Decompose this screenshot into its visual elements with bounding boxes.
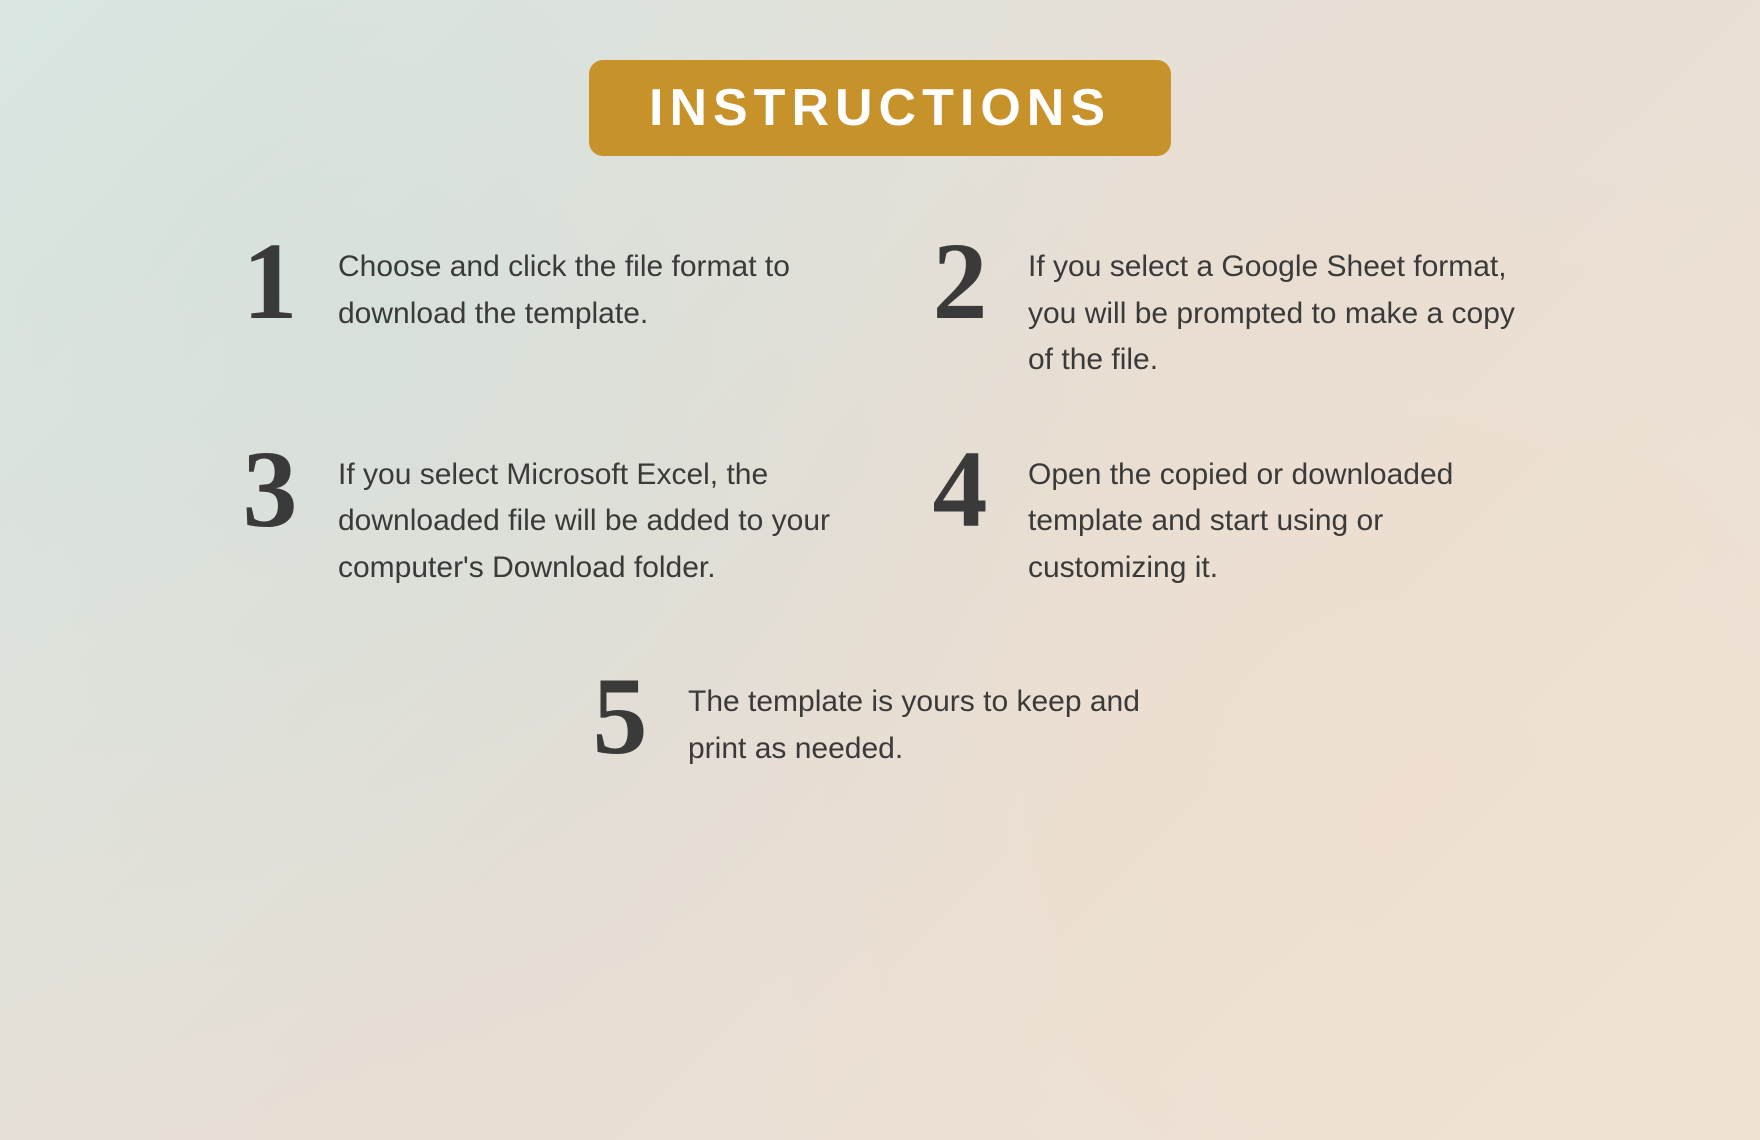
title-container: INSTRUCTIONS [589,60,1171,156]
page-title: INSTRUCTIONS [649,79,1111,137]
step-5-text: The template is yours to keep and print … [688,671,1180,772]
step-1-text: Choose and click the file format to down… [338,236,840,337]
step-5-container: 5 The template is yours to keep and prin… [230,671,1530,772]
title-badge: INSTRUCTIONS [589,60,1171,156]
step-3-number: 3 [230,434,310,544]
step-3: 3 If you select Microsoft Excel, the dow… [230,444,840,592]
steps-grid: 1 Choose and click the file format to do… [230,236,1530,772]
step-4: 4 Open the copied or downloaded template… [920,444,1530,592]
step-4-text: Open the copied or downloaded template a… [1028,444,1530,592]
step-1: 1 Choose and click the file format to do… [230,236,840,384]
step-4-number: 4 [920,434,1000,544]
step-5-number: 5 [580,661,660,771]
page-container: INSTRUCTIONS 1 Choose and click the file… [0,0,1760,1140]
step-2: 2 If you select a Google Sheet format, y… [920,236,1530,384]
step-2-number: 2 [920,226,1000,336]
step-1-number: 1 [230,226,310,336]
step-2-text: If you select a Google Sheet format, you… [1028,236,1530,384]
step-3-text: If you select Microsoft Excel, the downl… [338,444,840,592]
step-5: 5 The template is yours to keep and prin… [580,671,1180,772]
